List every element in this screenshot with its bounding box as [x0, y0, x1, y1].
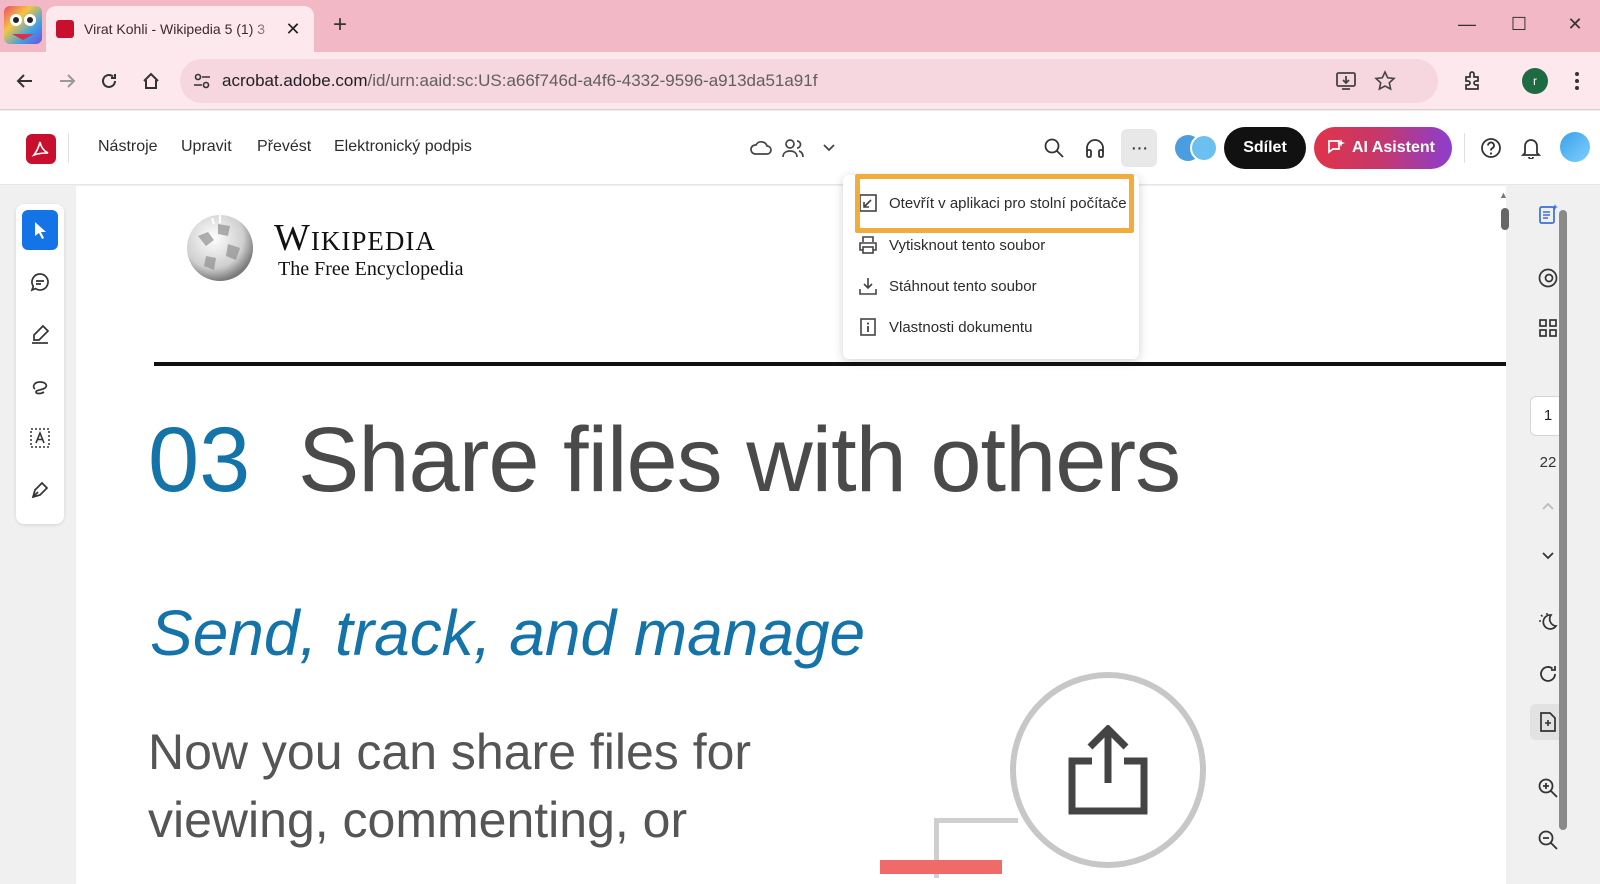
url-path: /id/urn:aaid:sc:US:a66f746d-a4f6-4332-95… [367, 71, 818, 90]
section-subheading: Send, track, and manage [150, 597, 866, 669]
document-viewer[interactable]: Wikipedia The Free Encyclopedia 03 Share… [76, 186, 1522, 884]
right-rail-scroll-thumb[interactable] [1559, 210, 1567, 830]
section-body: Now you can share files for viewing, com… [148, 718, 868, 854]
menu-item-print[interactable]: Vytisknout tento soubor [843, 225, 1139, 265]
right-rail-scrollbar[interactable] [1556, 190, 1568, 880]
reload-icon[interactable] [94, 66, 124, 96]
info-icon [857, 316, 879, 338]
section-number: 03 [148, 409, 251, 511]
extensions-puzzle-icon[interactable] [1458, 66, 1488, 96]
header-divider [68, 133, 69, 163]
ai-assistant-label: AI Asistent [1352, 139, 1435, 156]
home-icon[interactable] [136, 66, 166, 96]
left-tool-rail [16, 204, 64, 524]
document-scroll-thumb[interactable] [1501, 208, 1509, 230]
ai-assistant-button[interactable]: AI Asistent [1314, 127, 1452, 169]
print-icon [857, 234, 879, 256]
select-tool-cursor-icon[interactable] [22, 210, 58, 250]
cloud-icon[interactable] [748, 135, 774, 161]
more-options-button[interactable]: ··· [1121, 129, 1157, 167]
url-host: acrobat.adobe.com [222, 71, 368, 90]
acrobat-logo-icon[interactable] [26, 134, 56, 164]
document-scrollbar[interactable]: ▲ [1499, 190, 1509, 884]
app-avatar-icon [4, 6, 42, 44]
menu-item-label: Vytisknout tento soubor [889, 236, 1046, 254]
flow-connector [934, 818, 1018, 823]
header-divider-right [1464, 133, 1465, 163]
header-rule [154, 362, 1506, 366]
window-minimize-button[interactable]: — [1452, 12, 1482, 38]
wikipedia-globe-icon [184, 210, 256, 284]
menu-item-label: Otevřít v aplikaci pro stolní počítače [889, 194, 1127, 212]
menu-tools[interactable]: Nástroje [98, 138, 158, 156]
section-heading: Share files with others [298, 409, 1181, 511]
download-icon [857, 275, 879, 297]
profile-avatar[interactable]: r [1522, 68, 1548, 94]
ai-sparkle-icon [1326, 138, 1346, 158]
menu-convert[interactable]: Převést [257, 138, 311, 156]
tab-title: Virat Kohli - Wikipedia 5 (1) 3 [84, 21, 266, 37]
new-tab-button[interactable]: + [326, 12, 354, 40]
comment-tool-icon[interactable] [22, 262, 58, 302]
search-icon[interactable] [1041, 135, 1067, 161]
text-box-icon[interactable] [22, 418, 58, 458]
menu-item-label: Vlastnosti dokumentu [889, 318, 1033, 336]
account-avatar[interactable] [1560, 132, 1590, 162]
right-rail: 1 22 [1522, 186, 1600, 884]
menu-e-signature[interactable]: Elektronický podpis [334, 138, 472, 156]
address-bar[interactable]: acrobat.adobe.com/id/urn:aaid:sc:US:a66f… [180, 59, 1438, 103]
menu-item-open-desktop[interactable]: Otevřít v aplikaci pro stolní počítače [843, 183, 1139, 223]
back-arrow-icon[interactable] [10, 66, 40, 96]
more-options-label: ··· [1130, 136, 1149, 159]
url-text[interactable]: acrobat.adobe.com/id/urn:aaid:sc:US:a66f… [222, 71, 817, 91]
wikipedia-tagline: The Free Encyclopedia [278, 258, 464, 280]
browser-toolbar: acrobat.adobe.com/id/urn:aaid:sc:US:a66f… [0, 52, 1600, 110]
body-line-2: viewing, commenting, or [148, 792, 688, 848]
acrobat-header: Nástroje Upravit Převést Elektronický po… [0, 111, 1600, 185]
pdf-favicon-icon [56, 20, 74, 38]
site-settings-icon[interactable] [192, 71, 212, 91]
scroll-up-arrow-icon[interactable]: ▲ [1499, 190, 1508, 200]
help-icon[interactable] [1478, 135, 1504, 161]
open-external-icon [857, 192, 879, 214]
browser-titlebar: Virat Kohli - Wikipedia 5 (1) 3 ✕ + — ☐ … [0, 0, 1600, 52]
browser-tab-active[interactable]: Virat Kohli - Wikipedia 5 (1) 3 ✕ [46, 6, 314, 52]
collaborator-avatars[interactable] [1174, 133, 1218, 163]
pdf-page: Wikipedia The Free Encyclopedia 03 Share… [76, 186, 1506, 884]
menu-edit[interactable]: Upravit [181, 138, 232, 156]
highlight-pen-icon[interactable] [22, 314, 58, 354]
notifications-bell-icon[interactable] [1518, 135, 1544, 161]
headphones-icon[interactable] [1082, 135, 1108, 161]
forward-arrow-icon[interactable] [52, 66, 82, 96]
menu-item-label: Stáhnout tento soubor [889, 277, 1037, 295]
bookmark-star-icon[interactable] [1374, 70, 1396, 92]
menu-item-download[interactable]: Stáhnout tento soubor [843, 266, 1139, 306]
wikipedia-wordmark: Wikipedia [274, 217, 436, 259]
flow-red-bar [880, 860, 1002, 874]
chevron-down-icon[interactable] [816, 135, 842, 161]
install-app-icon[interactable] [1335, 70, 1357, 92]
menu-item-document-properties[interactable]: Vlastnosti dokumentu [843, 307, 1139, 347]
share-button[interactable]: Sdílet [1224, 127, 1306, 169]
draw-freehand-icon[interactable] [22, 366, 58, 406]
window-maximize-button[interactable]: ☐ [1504, 12, 1534, 38]
share-upload-icon [1010, 672, 1206, 868]
browser-menu-icon[interactable] [1562, 66, 1592, 96]
more-options-dropdown: Otevřít v aplikaci pro stolní počítače V… [843, 175, 1139, 359]
sign-pen-icon[interactable] [22, 470, 58, 510]
window-close-button[interactable]: ✕ [1560, 12, 1590, 38]
body-line-1: Now you can share files for [148, 724, 752, 780]
tab-close-icon[interactable]: ✕ [282, 19, 304, 40]
shared-users-icon[interactable] [780, 135, 806, 161]
